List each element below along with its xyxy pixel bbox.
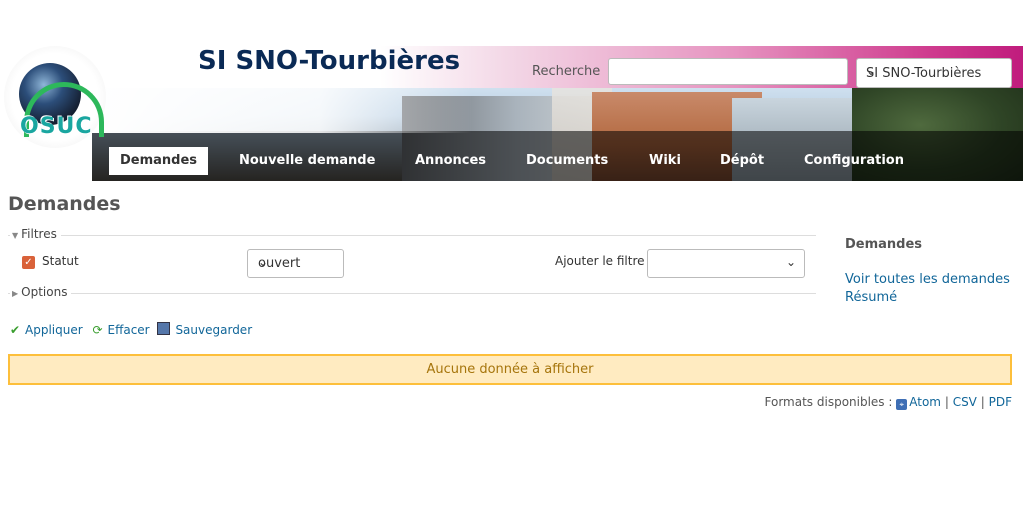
filters-legend[interactable]: ▼ Filtres [10, 227, 61, 241]
triangle-right-icon: ▶ [12, 289, 19, 298]
tab-depot[interactable]: Dépôt [709, 147, 775, 175]
save-button[interactable]: Sauvegarder [157, 322, 253, 337]
checkmark-icon: ✔ [9, 323, 21, 337]
tab-activite[interactable]: Activité [12, 147, 90, 175]
search-label: Recherche [532, 64, 601, 79]
project-jump-select[interactable]: SI SNO-Tourbières ⌄ [856, 58, 1012, 88]
reload-icon: ⟳ [92, 323, 103, 337]
feed-icon: ⌖ [896, 399, 908, 410]
save-label: Sauvegarder [175, 323, 253, 337]
statut-operator-select[interactable]: ouvert ⌄ [247, 249, 344, 278]
triangle-down-icon: ▼ [12, 231, 19, 240]
statut-checkbox[interactable]: ✓ [22, 256, 35, 269]
clear-button[interactable]: ⟳ Effacer [90, 323, 149, 337]
add-filter-label: Ajouter le filtre [555, 254, 645, 268]
filters-fieldset-border [8, 235, 816, 236]
separator: | [980, 395, 985, 409]
apply-label: Appliquer [25, 323, 83, 337]
formats-label: Formats disponibles : [764, 395, 893, 409]
other-formats: Formats disponibles : ⌖ Atom | CSV | PDF [765, 395, 1012, 410]
tab-configuration[interactable]: Configuration [793, 147, 915, 175]
header: OSUC SI SNO-Tourbières Recherche SI SNO-… [0, 0, 1023, 181]
clear-label: Effacer [107, 323, 150, 337]
add-filter-select[interactable]: ⌄ [647, 249, 805, 278]
pdf-link[interactable]: PDF [989, 395, 1012, 409]
chevron-down-icon: ⌄ [258, 255, 269, 269]
osuc-logo[interactable]: OSUC [4, 46, 106, 148]
apply-button[interactable]: ✔ Appliquer [8, 323, 83, 337]
sidebar-title: Demandes [845, 237, 923, 252]
tab-documents[interactable]: Documents [515, 147, 619, 175]
options-legend-label: Options [21, 285, 68, 299]
photo-fade [92, 88, 472, 133]
atom-label: Atom [909, 395, 941, 409]
tab-nouvelle-demande[interactable]: Nouvelle demande [228, 147, 386, 175]
tab-demandes[interactable]: Demandes [109, 147, 209, 175]
site-title: SI SNO-Tourbières [198, 46, 461, 76]
sidebar: Demandes Voir toutes les demandes Résumé [845, 237, 1020, 307]
sidebar-link-all-issues[interactable]: Voir toutes les demandes [845, 271, 1020, 289]
filters-legend-label: Filtres [21, 227, 57, 241]
tab-wiki[interactable]: Wiki [638, 147, 692, 175]
sidebar-link-summary[interactable]: Résumé [845, 289, 1020, 307]
chevron-down-icon: ⌄ [785, 255, 796, 269]
csv-link[interactable]: CSV [953, 395, 977, 409]
floppy-icon [157, 322, 171, 335]
logo-text: OSUC [20, 114, 93, 139]
search-input[interactable] [608, 58, 848, 85]
options-fieldset-border [8, 293, 816, 294]
query-buttons: ✔ Appliquer ⟳ Effacer Sauvegarder [8, 322, 256, 337]
statut-label: Statut [42, 254, 79, 268]
filter-row-statut: ✓ Statut ouvert ⌄ Ajouter le filtre ⌄ [22, 249, 822, 279]
nodata-message: Aucune donnée à afficher [8, 354, 1012, 385]
atom-link[interactable]: ⌖ Atom [896, 395, 941, 410]
page-title: Demandes [8, 193, 121, 215]
options-legend[interactable]: ▶ Options [10, 285, 72, 299]
tab-annonces[interactable]: Annonces [404, 147, 497, 175]
separator: | [944, 395, 949, 409]
chevron-down-icon: ⌄ [866, 64, 877, 78]
